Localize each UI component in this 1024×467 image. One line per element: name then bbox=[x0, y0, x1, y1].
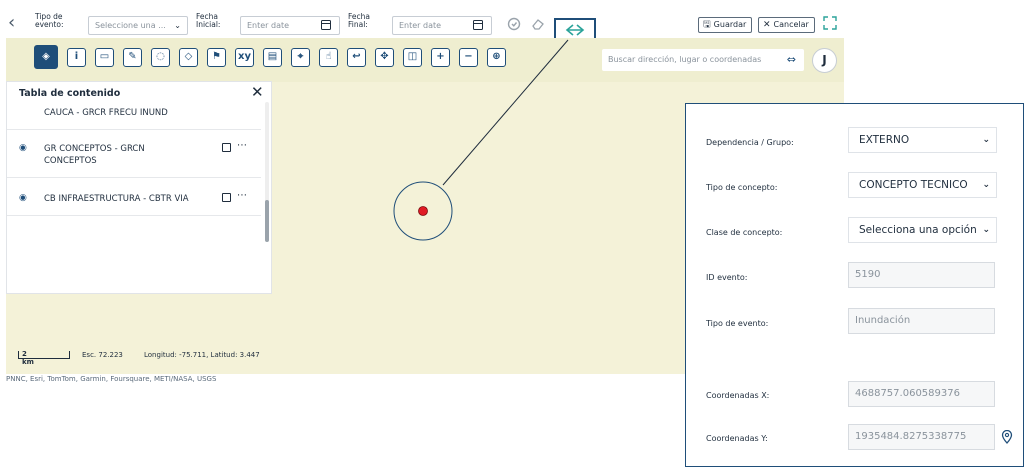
map-search-input[interactable]: Buscar dirección, lugar o coordenadas ⇔ bbox=[602, 49, 804, 71]
refresh-icon[interactable] bbox=[506, 17, 522, 33]
more-options-icon[interactable]: ⋯ bbox=[237, 140, 247, 151]
cursor-coordinates: Longitud: -75.711, Latitud: 3.447 bbox=[144, 351, 260, 359]
comment-icon[interactable]: ◌ bbox=[151, 48, 170, 67]
clase-concepto-label: Clase de concepto: bbox=[706, 228, 783, 237]
fullscreen-icon[interactable] bbox=[822, 16, 838, 32]
xy-icon[interactable]: xy bbox=[235, 48, 254, 67]
tipo-evento-label-line2: evento: bbox=[35, 20, 64, 29]
fecha-final-label-line2: Final: bbox=[348, 20, 368, 29]
coordinates-icon[interactable]: ⊕ bbox=[487, 48, 506, 67]
print-icon[interactable]: ▤ bbox=[263, 48, 282, 67]
divider bbox=[7, 177, 261, 178]
fecha-final-input[interactable]: Enter date bbox=[392, 16, 492, 35]
tipo-evento-label: Tipo de evento: bbox=[706, 319, 769, 328]
save-button[interactable]: 🖫 Guardar bbox=[698, 17, 753, 33]
table-of-contents-panel: Tabla de contenido ✕ CAUCA - GRCR FRECU … bbox=[6, 81, 272, 294]
back-icon[interactable]: ↩ bbox=[347, 48, 366, 67]
layer-name: GR CONCEPTOS - GRCN CONCEPTOS bbox=[44, 143, 145, 167]
calendar-icon[interactable] bbox=[473, 20, 483, 30]
fecha-inicial-placeholder: Enter date bbox=[247, 21, 290, 30]
tipo-concepto-select[interactable]: CONCEPTO TECNICO ⌄ bbox=[848, 172, 997, 198]
layer-name-line1: GR CONCEPTOS - GRCN bbox=[44, 144, 145, 154]
table-icon[interactable] bbox=[222, 143, 231, 152]
id-evento-field[interactable]: 5190 bbox=[848, 262, 995, 288]
directions-icon[interactable]: ⇔ bbox=[787, 49, 796, 71]
dependencia-label: Dependencia / Grupo: bbox=[706, 138, 794, 147]
layer-name: CB INFRAESTRUCTURA - CBTR VIA bbox=[44, 194, 189, 204]
tipo-concepto-value: CONCEPTO TECNICO bbox=[859, 179, 968, 191]
scale-ratio: Esc. 72.223 bbox=[82, 351, 123, 359]
top-toolbar: ‹ Tipo de evento: Seleccione una ... ⌄ F… bbox=[0, 8, 848, 42]
divider bbox=[7, 129, 261, 130]
ruler-icon[interactable]: ▭ bbox=[95, 48, 114, 67]
hand-icon[interactable]: ☝ bbox=[319, 48, 338, 67]
tipo-concepto-label: Tipo de concepto: bbox=[706, 183, 778, 192]
pencil-icon[interactable]: ✎ bbox=[123, 48, 142, 67]
chevron-down-icon: ⌄ bbox=[982, 135, 990, 145]
more-options-icon[interactable]: ⋯ bbox=[237, 190, 247, 201]
chevron-down-icon: ⌄ bbox=[982, 225, 990, 235]
map-search-placeholder: Buscar dirección, lugar o coordenadas bbox=[608, 55, 762, 64]
concept-form-panel: Dependencia / Grupo: EXTERNO ⌄ Tipo de c… bbox=[685, 103, 1024, 467]
fecha-final-placeholder: Enter date bbox=[399, 21, 442, 30]
coord-y-field[interactable]: 1935484.8275338775 bbox=[848, 424, 995, 450]
clase-concepto-value: Selecciona una opción bbox=[859, 224, 977, 236]
tipo-evento-select[interactable]: Seleccione una ... ⌄ bbox=[88, 16, 188, 35]
clase-concepto-select[interactable]: Selecciona una opción ⌄ bbox=[848, 217, 997, 243]
move-icon[interactable]: ✥ bbox=[375, 48, 394, 67]
zoom-in-icon[interactable]: + bbox=[431, 48, 450, 67]
zoom-out-icon[interactable]: − bbox=[459, 48, 478, 67]
back-arrow-icon[interactable]: ‹ bbox=[8, 12, 26, 34]
chevron-down-icon: ⌄ bbox=[982, 180, 990, 190]
dependencia-value: EXTERNO bbox=[859, 134, 910, 146]
fecha-final-label: Fecha Final: bbox=[348, 13, 370, 29]
tipo-evento-placeholder: Seleccione una ... bbox=[95, 21, 166, 30]
map-pin-icon[interactable] bbox=[1001, 429, 1013, 444]
fecha-inicial-input[interactable]: Enter date bbox=[240, 16, 340, 35]
layer-name-line2: CONCEPTOS bbox=[44, 156, 97, 166]
save-label: Guardar bbox=[713, 20, 747, 29]
tipo-evento-field[interactable]: Inundación bbox=[848, 308, 995, 334]
compare-icon[interactable]: ◫ bbox=[403, 48, 422, 67]
calendar-icon[interactable] bbox=[321, 20, 331, 30]
coord-x-field[interactable]: 4688757.060589376 bbox=[848, 381, 995, 407]
dependencia-select[interactable]: EXTERNO ⌄ bbox=[848, 127, 997, 153]
tipo-evento-label: Tipo de evento: bbox=[35, 13, 63, 29]
flag-icon[interactable]: ⚑ bbox=[207, 48, 226, 67]
eraser-icon[interactable] bbox=[530, 17, 546, 33]
info-icon[interactable]: i bbox=[67, 48, 86, 67]
map-pin-icon[interactable]: ⌖ bbox=[291, 48, 310, 67]
fecha-inicial-label-line2: Inicial: bbox=[196, 20, 221, 29]
layer-name: CAUCA - GRCR FRECU INUND bbox=[44, 108, 168, 118]
eye-icon[interactable]: ◉ bbox=[19, 193, 27, 203]
id-evento-label: ID evento: bbox=[706, 273, 748, 282]
close-icon: ✕ bbox=[763, 20, 771, 30]
toc-title: Tabla de contenido bbox=[19, 88, 121, 99]
layers-icon[interactable]: ◈ bbox=[34, 45, 58, 69]
save-icon: 🖫 bbox=[703, 20, 711, 30]
fecha-inicial-label: Fecha Inicial: bbox=[196, 13, 220, 29]
eraser-icon[interactable]: ◇ bbox=[179, 48, 198, 67]
cancel-button[interactable]: ✕ Cancelar bbox=[758, 17, 815, 33]
cancel-label: Cancelar bbox=[773, 20, 809, 29]
eye-icon[interactable]: ◉ bbox=[19, 143, 27, 153]
map-attribution: PNNC, Esri, TomTom, Garmin, Foursquare, … bbox=[6, 375, 217, 383]
scrollbar-thumb[interactable] bbox=[265, 200, 269, 242]
avatar[interactable]: J bbox=[812, 48, 837, 73]
coord-x-label: Coordenadas X: bbox=[706, 391, 770, 400]
divider bbox=[7, 215, 261, 216]
close-icon[interactable]: ✕ bbox=[251, 83, 264, 101]
scale-distance: 2 km bbox=[22, 350, 34, 366]
chevron-down-icon: ⌄ bbox=[174, 21, 181, 30]
table-icon[interactable] bbox=[222, 193, 231, 202]
coord-y-label: Coordenadas Y: bbox=[706, 434, 768, 443]
